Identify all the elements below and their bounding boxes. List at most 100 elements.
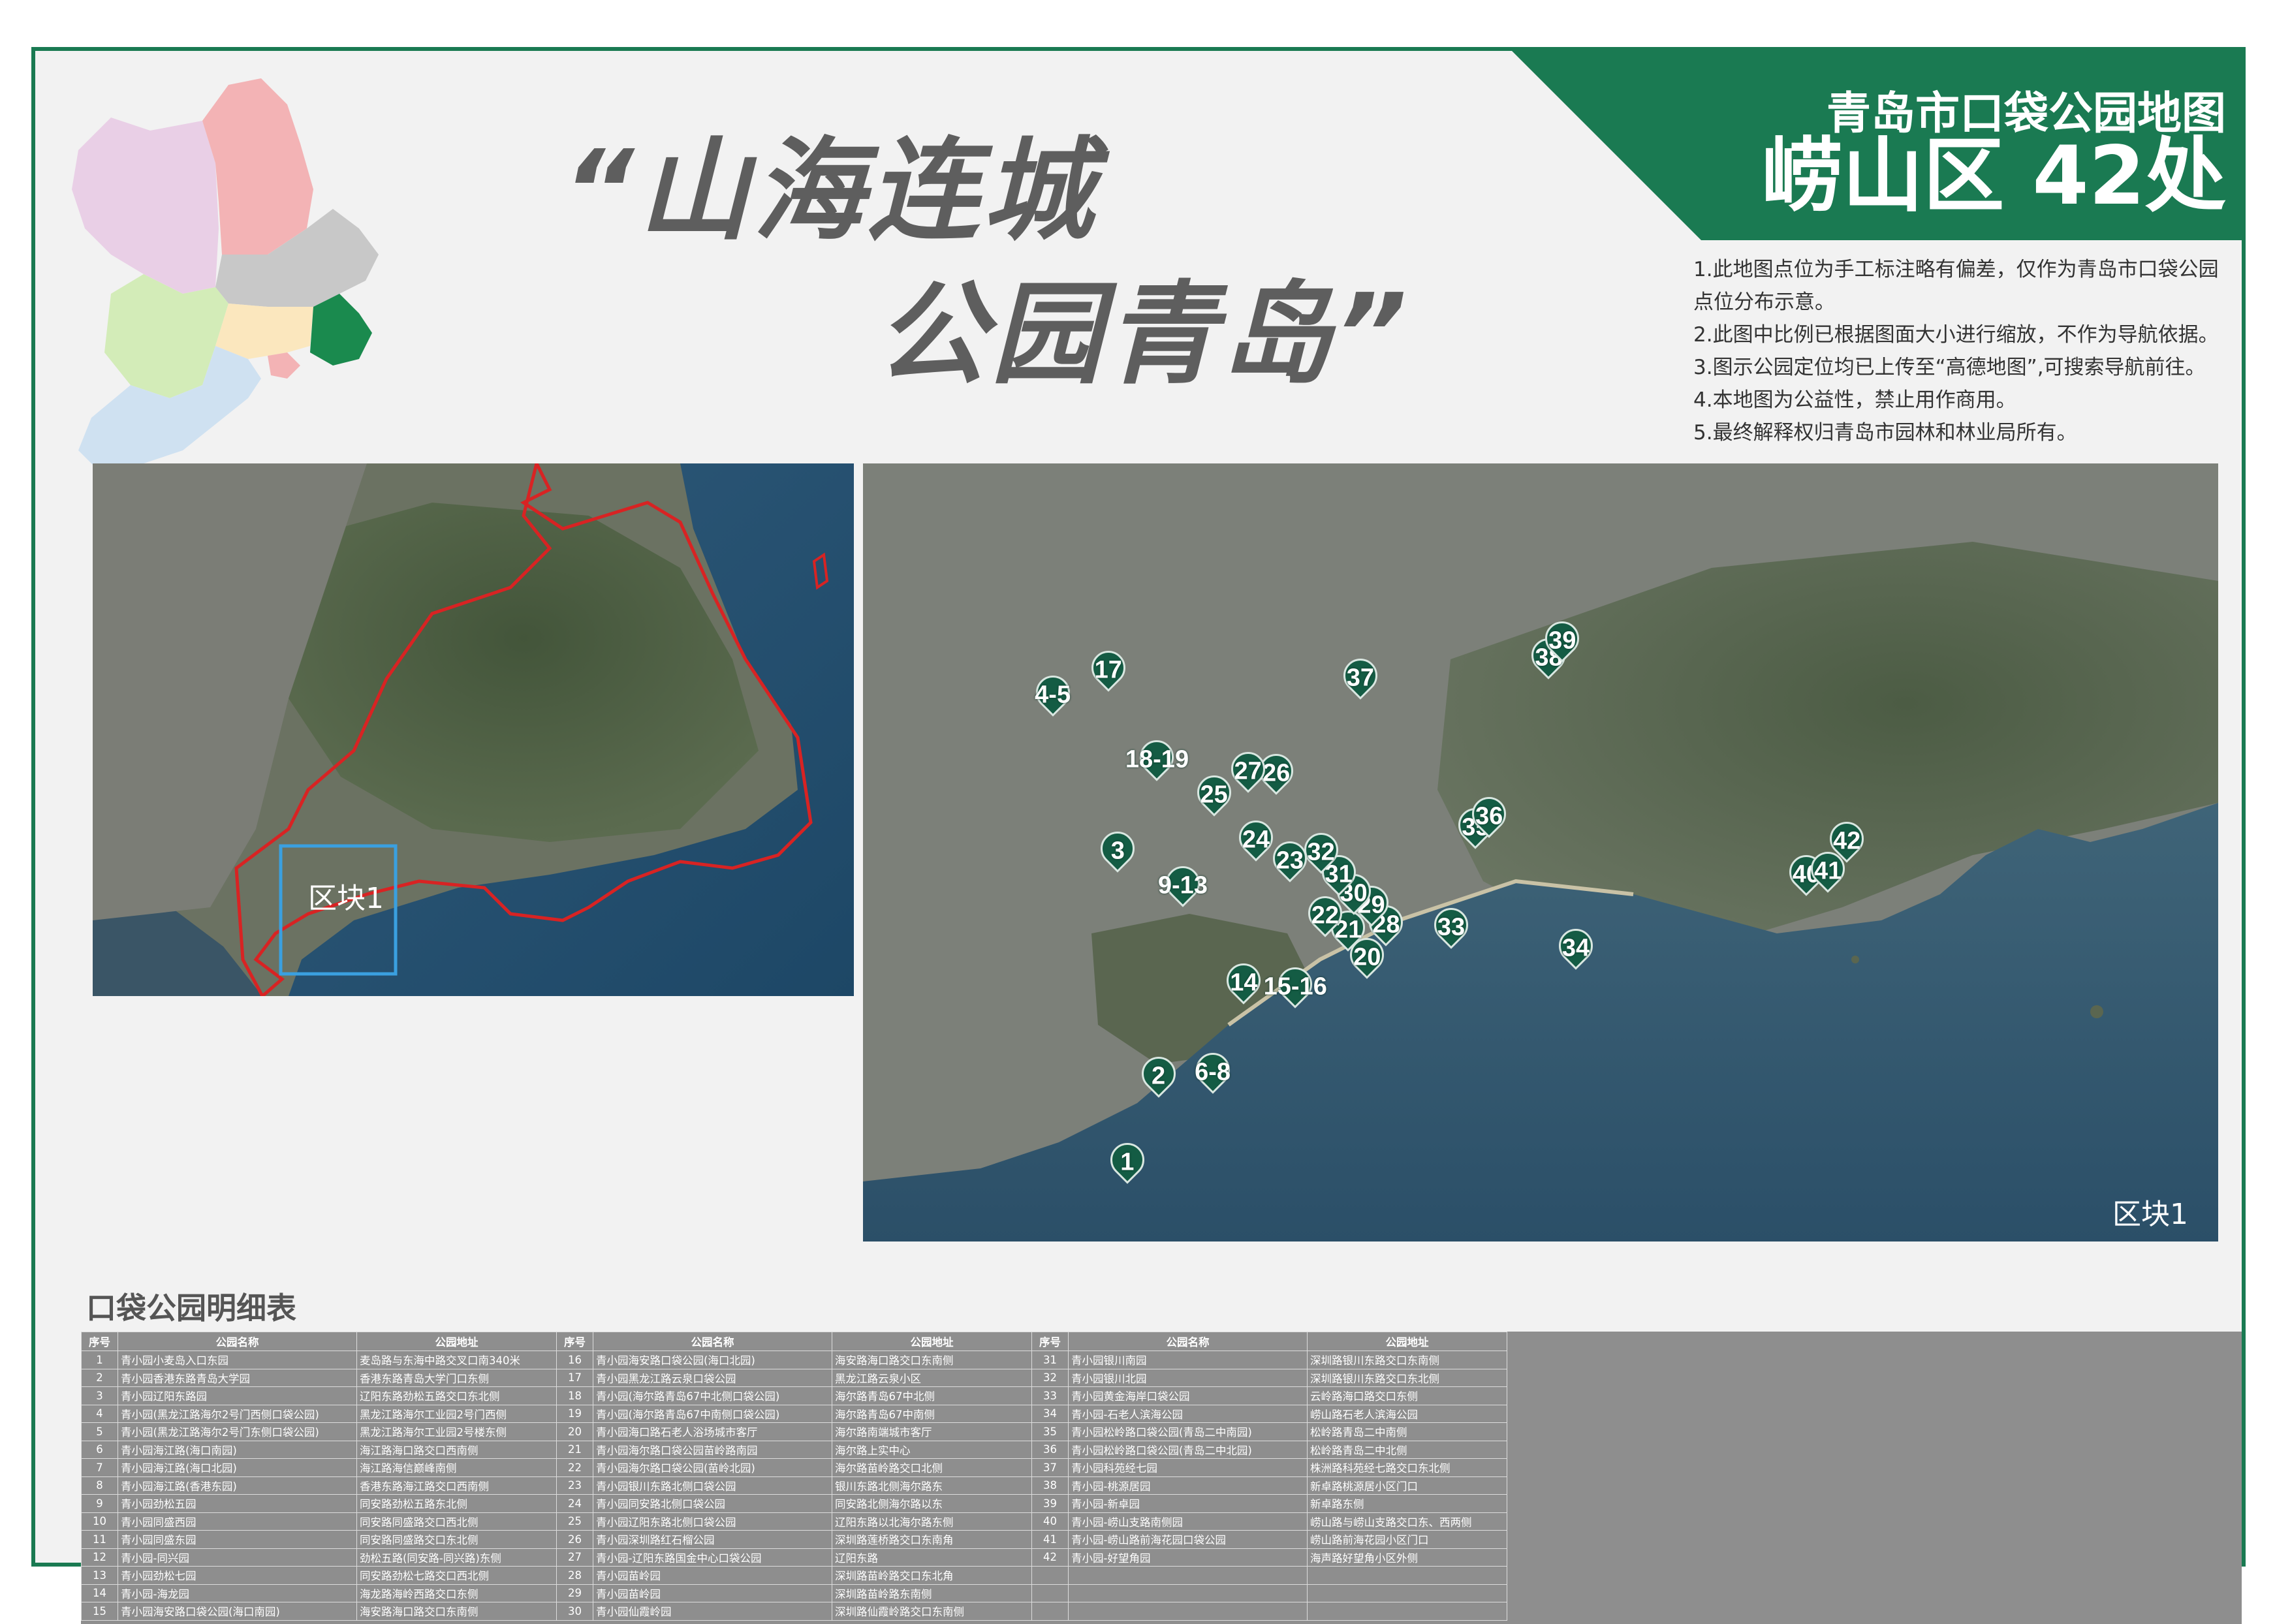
cell-address: 深圳路莲桥路交口东南角 [832,1530,1032,1549]
cell-name: 青小园-崂山路前海花园口袋公园 [1068,1530,1308,1549]
map-frame: 青岛市口袋公园地图 崂山区 42处 “山海连城 公园青岛” 1.此地图点位为手工… [31,47,2246,1624]
cell-address: 劲松五路(同安路-同兴路)东侧 [356,1548,557,1567]
cell-name: 青小园小麦岛入口东园 [118,1351,357,1369]
cell-address: 海尔路上实中心 [832,1440,1032,1459]
table-row: 34 青小园-石老人滨海公园 崂山路石老人滨海公园 [1031,1404,1507,1423]
cell-name: 青小园海江路(海口南园) [118,1440,357,1459]
cell-address: 海尔路南端城市客厅 [832,1422,1032,1441]
cell-no: 38 [1031,1476,1069,1495]
cell-name: 青小园-石老人滨海公园 [1068,1404,1308,1423]
cell-name [1068,1566,1308,1585]
cell-no: 42 [1031,1548,1069,1567]
header-address: 公园地址 [356,1332,557,1351]
note-line: 点位分布示意。 [1693,290,1835,314]
cell-address: 崂山路前海花园小区门口 [1307,1530,1507,1549]
note-line: 4.本地图为公益性，禁止用作商用。 [1693,388,2016,412]
cell-address: 海江路海信巅峰南侧 [356,1458,557,1477]
cell-no: 18 [556,1386,593,1405]
table-row: 32 青小园银川北园 深圳路银川东路交口东北侧 [1031,1368,1507,1387]
table-row: 35 青小园松岭路口袋公园(青岛二中南园) 松岭路青岛二中南侧 [1031,1422,1507,1441]
detail-block-label: 区块1 [2112,1198,2188,1231]
cell-address: 崂山路与崂山支路交口东、西两侧 [1307,1512,1507,1531]
detail-satellite-map[interactable]: 1 2 3 4-5 6-8 9-13 14 15-16 17 18-19 20 21 22 23 24 25 2… [863,463,2218,1241]
region-north [202,78,313,255]
cell-no: 7 [81,1458,118,1477]
cell-address: 香港东路青岛大学门口东侧 [356,1368,557,1387]
cell-no: 21 [556,1440,593,1459]
park-marker-label: 17 [1094,656,1122,684]
cell-address: 黑龙江路海尔工业园2号门西侧 [356,1404,557,1423]
header-name: 公园名称 [1068,1332,1308,1351]
cell-address: 深圳路银川东路交口东北侧 [1307,1368,1507,1387]
cell-no: 16 [556,1351,593,1369]
cell-no: 8 [81,1476,118,1495]
map-notes: 1.此地图点位为手工标注略有偏差，仅作为青岛市口袋公园 点位分布示意。 2.此图… [1693,253,2255,449]
cell-name: 青小园银川北园 [1068,1368,1308,1387]
cell-name: 青小园松岭路口袋公园(青岛二中北园) [1068,1440,1308,1459]
park-marker-label: 23 [1276,847,1304,875]
cell-name: 青小园同安路北侧口袋公园 [593,1494,832,1513]
cell-address: 黑龙江路云泉小区 [832,1368,1032,1387]
table-row: 28 青小园苗岭园 深圳路苗岭路交口东北角 [556,1566,1032,1585]
cell-address: 海安路海口路交口东南侧 [832,1351,1032,1369]
overview-block-label: 区块1 [308,882,384,915]
cell-no: 32 [1031,1368,1069,1387]
table-row: 30 青小园仙霞岭园 深圳路仙霞岭路交口东南侧 [556,1602,1032,1621]
cell-name: 青小园海江路(香港东园) [118,1476,357,1495]
table-row: 3 青小园辽阳东路园 辽阳东路劲松五路交口东北侧 [81,1386,557,1405]
table-row [1031,1584,1507,1602]
table-row: 40 青小园-崂山支路南侧园 崂山路与崂山支路交口东、西两侧 [1031,1512,1507,1531]
park-marker-label: 6-8 [1195,1058,1231,1086]
cell-name: 青小园-新卓园 [1068,1494,1308,1513]
cell-no: 31 [1031,1351,1069,1369]
overview-satellite-map[interactable]: 区块1 [93,463,854,996]
cell-no: 22 [556,1458,593,1477]
cell-address: 海安路海口路交口东南侧 [356,1602,557,1621]
cell-name: 青小园苗岭园 [593,1566,832,1585]
table-row: 26 青小园深圳路红石榴公园 深圳路莲桥路交口东南角 [556,1530,1032,1549]
table-row: 27 青小园-辽阳东路国金中心口袋公园 辽阳东路 [556,1548,1032,1567]
cell-address: 海尔路青岛67中北侧 [832,1386,1032,1405]
table-row: 33 青小园黄金海岸口袋公园 云岭路海口路交口东侧 [1031,1386,1507,1405]
header-no: 序号 [556,1332,593,1351]
cell-name: 青小园辽阳东路北侧口袋公园 [593,1512,832,1531]
cell-no: 6 [81,1440,118,1459]
table-header-row: 序号 公园名称 公园地址 [556,1332,1032,1351]
cell-name: 青小园黄金海岸口袋公园 [1068,1386,1308,1405]
cell-no: 28 [556,1566,593,1585]
title-banner: 青岛市口袋公园地图 崂山区 42处 [1512,51,2246,240]
cell-no [1031,1584,1069,1602]
cell-address: 海龙路海岭西路交口东侧 [356,1584,557,1602]
table-row: 1 青小园小麦岛入口东园 麦岛路与东海中路交叉口南340米 [81,1351,557,1369]
region-highlight-laoshan [310,294,372,366]
cell-name: 青小园深圳路红石榴公园 [593,1530,832,1549]
cell-address: 云岭路海口路交口东侧 [1307,1386,1507,1405]
park-marker-label: 15-16 [1263,973,1327,1001]
cell-no: 15 [81,1602,118,1621]
park-marker-label: 27 [1234,757,1262,785]
table-row: 4 青小园(黑龙江路海尔2号门西侧口袋公园) 黑龙江路海尔工业园2号门西侧 [81,1404,557,1423]
park-marker-label: 4-5 [1035,681,1071,709]
cell-address: 海尔路青岛67中南侧 [832,1404,1032,1423]
table-row: 10 青小园同盛西园 同安路同盛路交口西北侧 [81,1512,557,1531]
cell-name: 青小园松岭路口袋公园(青岛二中南园) [1068,1422,1308,1441]
park-marker-label: 41 [1813,857,1842,885]
table-row: 9 青小园劲松五园 同安路劲松五路东北侧 [81,1494,557,1513]
cell-no: 12 [81,1548,118,1567]
cell-name: 青小园-海龙园 [118,1584,357,1602]
cell-name: 青小园香港东路青岛大学园 [118,1368,357,1387]
cell-no: 24 [556,1494,593,1513]
cell-address: 深圳路仙霞岭路交口东南侧 [832,1602,1032,1621]
table-row: 36 青小园松岭路口袋公园(青岛二中北园) 松岭路青岛二中北侧 [1031,1440,1507,1459]
slogan-line-1: “山海连城 [563,127,1098,256]
park-marker-label: 33 [1437,913,1466,941]
cell-name: 青小园(黑龙江路海尔2号门东侧口袋公园) [118,1422,357,1441]
cell-address: 深圳路银川东路交口东南侧 [1307,1351,1507,1369]
note-line: 2.此图中比例已根据图面大小进行缩放，不作为导航依据。 [1693,323,2219,347]
cell-no: 41 [1031,1530,1069,1549]
table-header-row: 序号 公园名称 公园地址 [1031,1332,1507,1351]
cell-address: 株洲路科苑经七路交口东北侧 [1307,1458,1507,1477]
header-address: 公园地址 [832,1332,1032,1351]
park-marker-label: 32 [1307,838,1335,866]
cell-address: 海江路海口路交口西南侧 [356,1440,557,1459]
